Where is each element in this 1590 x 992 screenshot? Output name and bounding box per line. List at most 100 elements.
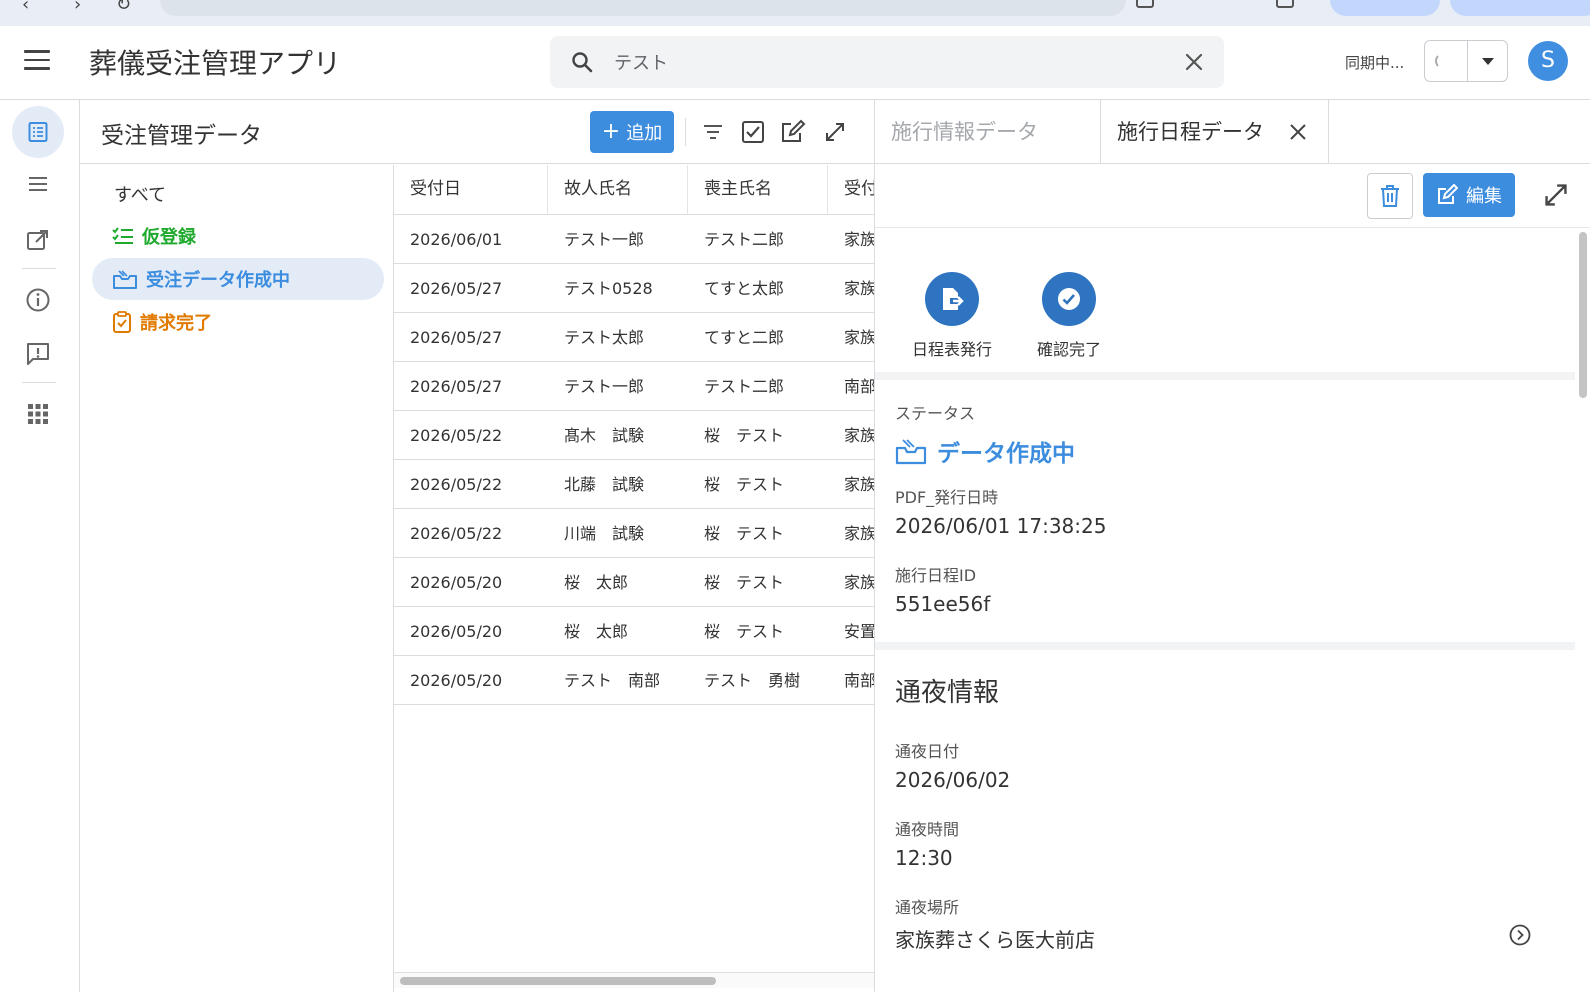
status-text: データ作成中 <box>937 441 1075 467</box>
browser-toolbar: ‹ › ↻ <box>0 0 1590 26</box>
update-pill[interactable] <box>1450 0 1590 16</box>
edit-icon <box>1438 184 1458 204</box>
table-cell: テスト0528 <box>564 279 653 298</box>
table-cell: 髙木 試験 <box>564 426 645 445</box>
tab-construction-info[interactable]: 施行情報データ <box>875 100 1101 164</box>
table-cell: 2026/05/22 <box>410 475 503 494</box>
rail-open-external[interactable] <box>12 214 64 266</box>
column-header[interactable]: 喪主氏名 <box>688 165 828 214</box>
column-header[interactable]: 受付日 <box>394 165 548 214</box>
cast-icon[interactable] <box>1136 0 1154 8</box>
inbox-draft-icon <box>895 439 927 465</box>
table-header-row: 受付日 故人氏名 喪主氏名 受付 <box>394 165 874 215</box>
rail-data-view[interactable] <box>12 106 64 158</box>
folder-billing-done[interactable]: 請求完了 <box>92 301 384 343</box>
tab-schedule[interactable]: 施行日程データ <box>1101 100 1329 164</box>
filter-icon[interactable] <box>698 117 728 147</box>
table-cell: 2026/05/20 <box>410 622 503 641</box>
table-cell: 家族 <box>844 573 874 592</box>
table-cell: 桜 テスト <box>704 426 785 445</box>
expand-icon[interactable] <box>1543 182 1569 208</box>
rail-info[interactable] <box>12 274 64 326</box>
action-section: 日程表発行 確認完了 <box>875 228 1575 380</box>
menu-icon[interactable] <box>24 50 50 70</box>
search-input[interactable] <box>614 48 1134 76</box>
wake-section: 通夜情報 通夜日付 2026/06/02 通夜時間 12:30 通夜場所 家族葬… <box>875 650 1575 992</box>
wake-date-label: 通夜日付 <box>895 742 960 761</box>
folder-provisional[interactable]: 仮登録 <box>92 215 384 257</box>
vertical-scrollbar[interactable] <box>1575 228 1590 992</box>
table-cell: てすと二郎 <box>704 328 785 347</box>
info-icon <box>26 288 50 312</box>
confirm-complete-action[interactable]: 確認完了 <box>1014 272 1124 360</box>
folder-label: 仮登録 <box>142 227 196 248</box>
table-row[interactable]: 2026/05/27 テスト太郎 てすと二郎 家族 <box>394 313 874 362</box>
table-cell: 家族 <box>844 279 874 298</box>
sync-button[interactable] <box>1424 40 1508 82</box>
horizontal-scrollbar[interactable] <box>394 972 874 988</box>
reload-icon[interactable]: ↻ <box>116 0 131 15</box>
edit-icon[interactable] <box>778 117 808 147</box>
table-row[interactable]: 2026/05/27 テスト一郎 テスト二郎 南部 <box>394 362 874 411</box>
table-cell: 南部 <box>844 377 874 396</box>
apps-grid-icon <box>28 404 48 424</box>
table-row[interactable]: 2026/05/27 テスト0528 てすと太郎 家族 <box>394 264 874 313</box>
back-icon[interactable]: ‹ <box>22 0 29 15</box>
table-row[interactable]: 2026/06/01 テスト一郎 テスト二郎 家族 <box>394 215 874 264</box>
checklist-icon <box>112 227 133 244</box>
table-row[interactable]: 2026/05/22 川端 試験 桜 テスト 家族 <box>394 509 874 558</box>
folder-creating[interactable]: 受注データ作成中 <box>92 258 384 300</box>
avatar[interactable]: S <box>1528 41 1568 81</box>
table-cell: 川端 試験 <box>564 524 645 543</box>
window-icon[interactable] <box>1276 0 1294 8</box>
issue-schedule-action[interactable]: 日程表発行 <box>897 272 1007 360</box>
rail-list-view[interactable] <box>12 158 64 210</box>
rail-feedback[interactable] <box>12 328 64 380</box>
chevron-right-circle-icon[interactable] <box>1509 924 1531 946</box>
table-cell: 安置 <box>844 622 874 641</box>
table-cell: テスト二郎 <box>704 230 785 249</box>
left-rail <box>0 100 80 992</box>
table-row[interactable]: 2026/05/22 髙木 試験 桜 テスト 家族 <box>394 411 874 460</box>
table-cell: 2026/05/20 <box>410 573 503 592</box>
column-header[interactable]: 故人氏名 <box>548 165 688 214</box>
add-button[interactable]: + 追加 <box>590 111 674 153</box>
table-row[interactable]: 2026/05/20 テスト 南部 テスト 勇樹 南部 <box>394 656 874 705</box>
edit-button[interactable]: 編集 <box>1423 173 1515 217</box>
rail-apps[interactable] <box>12 388 64 440</box>
status-value: データ作成中 <box>895 434 1075 468</box>
table-row[interactable]: 2026/05/20 桜 太郎 桜 テスト 安置 <box>394 607 874 656</box>
clipboard-check-icon <box>113 311 131 333</box>
forward-icon[interactable]: › <box>74 0 81 15</box>
action-label: 確認完了 <box>1036 340 1101 359</box>
clear-search-icon[interactable] <box>1182 50 1206 74</box>
detail-action-bar: 編集 <box>875 164 1590 228</box>
list-icon <box>29 177 47 191</box>
folder-label: すべて <box>114 185 167 206</box>
table-cell: 桜 テスト <box>704 524 785 543</box>
table-cell: テスト 勇樹 <box>704 671 801 690</box>
feedback-icon <box>27 343 49 365</box>
column-header[interactable]: 受付 <box>828 165 874 214</box>
chevron-down-icon[interactable] <box>1482 58 1494 65</box>
select-checkbox-icon[interactable] <box>738 117 768 147</box>
table-row[interactable]: 2026/05/22 北藤 試験 桜 テスト 家族 <box>394 460 874 509</box>
table-cell: 2026/05/22 <box>410 524 503 543</box>
detail-content: 日程表発行 確認完了 ステータス データ作成中 PDF_発行日時 2026/06… <box>875 228 1575 992</box>
search-box[interactable] <box>550 36 1224 88</box>
edit-button-label: 編集 <box>1466 186 1502 207</box>
profile-pill[interactable] <box>1330 0 1440 16</box>
table-view-icon <box>28 122 48 142</box>
wake-time-value: 12:30 <box>895 846 953 870</box>
delete-button[interactable] <box>1367 173 1413 219</box>
table-cell: 桜 テスト <box>704 622 785 641</box>
address-bar[interactable] <box>160 0 1126 16</box>
table-cell: テスト一郎 <box>564 230 645 249</box>
close-tab-icon[interactable] <box>1288 122 1308 142</box>
sync-status: 同期中... <box>1345 54 1405 72</box>
trash-icon <box>1381 185 1399 207</box>
table-row[interactable]: 2026/05/20 桜 太郎 桜 テスト 家族 <box>394 558 874 607</box>
folder-all[interactable]: すべて <box>92 173 384 215</box>
expand-icon[interactable] <box>820 117 850 147</box>
table-cell: 2026/05/27 <box>410 279 503 298</box>
